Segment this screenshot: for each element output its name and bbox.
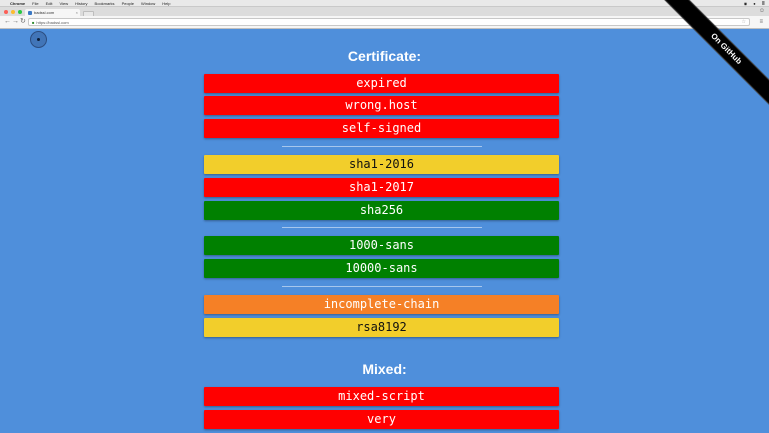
browser-tab[interactable]: badssl.com × (25, 9, 80, 16)
link-sha1-2016[interactable]: sha1-2016 (204, 155, 559, 174)
link-sha1-2017[interactable]: sha1-2017 (204, 178, 559, 197)
os-menu-bar: Chrome File Edit View History Bookmarks … (0, 0, 769, 7)
close-window-icon[interactable] (4, 10, 8, 14)
zoom-window-icon[interactable] (18, 10, 22, 14)
volume-icon[interactable]: ● (753, 1, 755, 6)
address-bar[interactable]: ■ https://badssl.com ☆ (28, 18, 750, 26)
person-icon[interactable]: ☺ (759, 8, 765, 14)
url-text: https://badssl.com (36, 19, 69, 25)
browser-toolbar: ← → ↻ ■ https://badssl.com ☆ ≡ (0, 16, 769, 29)
bookmark-star-icon[interactable]: ☆ (742, 19, 746, 25)
lock-icon: ■ (32, 19, 35, 25)
menu-edit[interactable]: Edit (46, 1, 53, 6)
tab-title: badssl.com (34, 10, 55, 15)
section-divider (282, 227, 482, 228)
menu-file[interactable]: File (32, 1, 38, 6)
back-icon[interactable]: ← (4, 18, 11, 26)
minimize-window-icon[interactable] (11, 10, 15, 14)
section-divider (282, 146, 482, 147)
menu-view[interactable]: View (59, 1, 68, 6)
menu-help[interactable]: Help (162, 1, 170, 6)
wifi-icon[interactable]: ◉ (744, 1, 748, 6)
window-controls (4, 10, 22, 14)
link-mixed-script[interactable]: mixed-script (204, 387, 559, 406)
certificate-heading: Certificate: (347, 48, 422, 64)
menu-history[interactable]: History (75, 1, 87, 6)
menu-people[interactable]: People (122, 1, 134, 6)
link-10000-sans[interactable]: 10000-sans (204, 259, 559, 278)
cursor-dot (37, 38, 40, 41)
link-very[interactable]: very (204, 410, 559, 429)
chrome-menu-icon[interactable]: ≡ (759, 19, 763, 25)
link-wrong-host[interactable]: wrong.host (204, 96, 559, 115)
mixed-heading: Mixed: (362, 361, 407, 377)
link-incomplete-chain[interactable]: incomplete-chain (204, 295, 559, 314)
link-expired[interactable]: expired (204, 74, 559, 93)
favicon-icon (28, 10, 32, 15)
reload-icon[interactable]: ↻ (20, 18, 26, 26)
link-self-signed[interactable]: self-signed (204, 119, 559, 138)
section-divider (282, 286, 482, 287)
tab-strip: badssl.com × ☺ (0, 7, 769, 18)
status-icons: ◉ ● ≣ (744, 1, 765, 6)
cursor-highlight (30, 31, 47, 48)
link-rsa8192[interactable]: rsa8192 (204, 318, 559, 337)
menu-bookmarks[interactable]: Bookmarks (95, 1, 115, 6)
menu-window[interactable]: Window (141, 1, 155, 6)
forward-icon[interactable]: → (12, 18, 19, 26)
link-1000-sans[interactable]: 1000-sans (204, 236, 559, 255)
link-sha256[interactable]: sha256 (204, 201, 559, 220)
menu-chrome[interactable]: Chrome (10, 1, 25, 6)
list-icon[interactable]: ≣ (762, 1, 765, 6)
close-tab-icon[interactable]: × (76, 10, 78, 15)
